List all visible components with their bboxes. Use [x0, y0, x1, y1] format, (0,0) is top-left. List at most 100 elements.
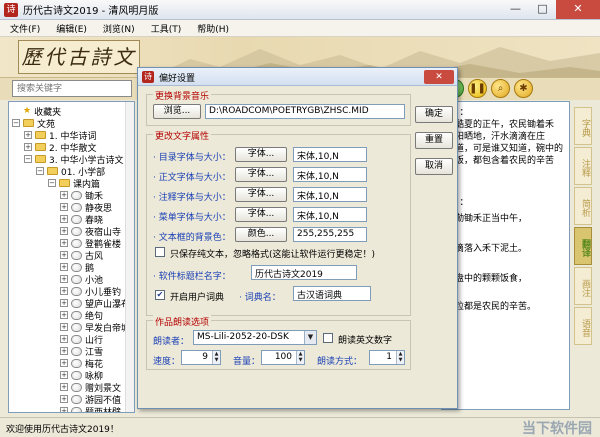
cancel-button[interactable]: 取消 — [415, 158, 453, 175]
tree-item[interactable]: + 游园不值 — [60, 393, 121, 406]
font-row-value[interactable]: 255,255,255 — [293, 227, 367, 242]
expand-icon[interactable]: + — [60, 395, 68, 403]
reset-button[interactable]: 重置 — [415, 132, 453, 149]
english-digits-checkbox[interactable] — [323, 333, 333, 343]
maximize-icon[interactable]: □ — [529, 0, 556, 19]
tree-item[interactable]: + 夜宿山寺 — [60, 225, 121, 238]
tree-item[interactable]: + 登鹳雀楼 — [60, 237, 121, 250]
expand-icon[interactable]: + — [60, 371, 68, 379]
expand-icon[interactable]: + — [24, 131, 32, 139]
reader-select[interactable]: MS-Lili-2052-20-DSK ▼ — [193, 330, 317, 345]
font-row-value[interactable]: 宋体,10,N — [293, 147, 367, 162]
expand-icon[interactable]: + — [60, 299, 68, 307]
expand-icon[interactable]: + — [60, 215, 68, 223]
tree-item[interactable]: −01. 小学部 — [36, 165, 105, 178]
dict-name-field[interactable]: 古汉语词典 — [293, 286, 371, 301]
expand-icon[interactable]: + — [60, 347, 68, 355]
tree-item[interactable]: − 文苑 — [12, 117, 55, 130]
tree-item[interactable]: + 咏柳 — [60, 369, 103, 382]
search-icon[interactable]: ⌕ — [491, 79, 510, 98]
volume-spin-icon[interactable]: ▲ ▼ — [296, 351, 304, 364]
dialog-close-icon[interactable]: ✕ — [424, 70, 454, 84]
book-icon — [71, 382, 82, 392]
tree-item[interactable]: − 课内篇 — [48, 177, 100, 190]
tree-item[interactable]: + 小儿垂钓 — [60, 285, 121, 298]
menu-help[interactable]: 帮助(H) — [197, 22, 229, 35]
tree-item[interactable]: + 静夜思 — [60, 201, 112, 214]
tree-item[interactable]: +1. 中华诗词 — [24, 129, 96, 142]
search-input[interactable] — [12, 80, 132, 97]
collapse-icon[interactable]: − — [48, 179, 56, 187]
expand-icon[interactable]: + — [60, 191, 68, 199]
close-icon[interactable]: ✕ — [556, 0, 600, 19]
color-button[interactable]: 颜色... — [235, 227, 287, 242]
tree-item[interactable]: + 春晓 — [60, 213, 103, 226]
tree-item[interactable]: −3. 中华小学古诗文 — [24, 153, 123, 166]
expand-icon[interactable]: + — [60, 203, 68, 211]
font-button[interactable]: 字体... — [235, 147, 287, 162]
tree-item[interactable]: + 山行 — [60, 333, 103, 346]
menu-file[interactable]: 文件(F) — [10, 22, 40, 35]
user-dict-checkbox[interactable]: ✔ — [155, 290, 165, 300]
minimize-icon[interactable]: — — [502, 0, 529, 19]
titlebar-name-field[interactable]: 历代古诗文2019 — [251, 265, 357, 280]
tree-item[interactable]: + 江雪 — [60, 345, 103, 358]
plain-text-checkbox[interactable] — [155, 247, 165, 257]
tree-item[interactable]: + 锄禾 — [60, 189, 103, 202]
font-button[interactable]: 字体... — [235, 167, 287, 182]
chevron-down-icon[interactable]: ▼ — [304, 331, 316, 344]
font-row-value[interactable]: 宋体,10,N — [293, 187, 367, 202]
expand-icon[interactable]: + — [60, 407, 68, 412]
speed-stepper[interactable]: 9 ▲ ▼ — [181, 350, 221, 365]
side-tab[interactable]: 语音 — [574, 307, 592, 345]
side-tab[interactable]: 简析 — [574, 187, 592, 225]
tree-item[interactable]: + 古风 — [60, 249, 103, 262]
font-row-value[interactable]: 宋体,10,N — [293, 207, 367, 222]
menu-tools[interactable]: 工具(T) — [151, 22, 182, 35]
browse-button[interactable]: 浏览... — [153, 104, 201, 119]
pause-icon[interactable]: ❚❚ — [468, 79, 487, 98]
music-path-field[interactable]: D:\ROADCOM\POETRYGB\ZHSC.MID — [205, 104, 405, 119]
tree-item[interactable]: ★ 收藏夹 — [12, 105, 61, 118]
expand-icon[interactable]: + — [60, 263, 68, 271]
side-tab[interactable]: 翻译 — [574, 227, 592, 265]
speed-spin-icon[interactable]: ▲ ▼ — [212, 351, 220, 364]
volume-stepper[interactable]: 100 ▲ ▼ — [261, 350, 305, 365]
side-tab[interactable]: 注释 — [574, 147, 592, 185]
font-button[interactable]: 字体... — [235, 187, 287, 202]
collapse-icon[interactable]: − — [12, 119, 20, 127]
expand-icon[interactable]: + — [60, 287, 68, 295]
menu-browse[interactable]: 浏览(N) — [103, 22, 135, 35]
expand-icon[interactable]: + — [60, 251, 68, 259]
collapse-icon[interactable]: − — [24, 155, 32, 163]
tree-item[interactable]: + 望庐山瀑布 — [60, 297, 130, 310]
tree-item[interactable]: + 小池 — [60, 273, 103, 286]
expand-icon[interactable]: + — [60, 227, 68, 235]
expand-icon[interactable]: + — [60, 335, 68, 343]
expand-icon[interactable]: + — [60, 275, 68, 283]
tree-item[interactable]: + 绝句 — [60, 309, 103, 322]
expand-icon[interactable]: + — [60, 383, 68, 391]
font-button[interactable]: 字体... — [235, 207, 287, 222]
ok-button[interactable]: 确定 — [415, 106, 453, 123]
expand-icon[interactable]: + — [60, 323, 68, 331]
expand-icon[interactable]: + — [24, 143, 32, 151]
tree-item[interactable]: +2. 中华散文 — [24, 141, 96, 154]
tree-item[interactable]: + 鹅 — [60, 261, 94, 274]
side-tab[interactable]: 字典 — [574, 107, 592, 145]
tree-item[interactable]: + 梅花 — [60, 357, 103, 370]
tree-item[interactable]: + 题西林壁 — [60, 405, 121, 412]
read-mode-spin-icon[interactable]: ▲ ▼ — [396, 351, 404, 364]
settings-icon[interactable]: ✱ — [514, 79, 533, 98]
read-mode-stepper[interactable]: 1 ▲ ▼ — [369, 350, 405, 365]
tree-item[interactable]: + 早发白帝城 — [60, 321, 130, 334]
tree-item[interactable]: + 赠刘景文 — [60, 381, 121, 394]
expand-icon[interactable]: + — [60, 239, 68, 247]
font-row-value[interactable]: 宋体,10,N — [293, 167, 367, 182]
collapse-icon[interactable]: − — [36, 167, 44, 175]
tree-scrollbar[interactable] — [125, 102, 134, 412]
menu-edit[interactable]: 编辑(E) — [56, 22, 87, 35]
side-tab[interactable]: 画注 — [574, 267, 592, 305]
expand-icon[interactable]: + — [60, 311, 68, 319]
expand-icon[interactable]: + — [60, 359, 68, 367]
